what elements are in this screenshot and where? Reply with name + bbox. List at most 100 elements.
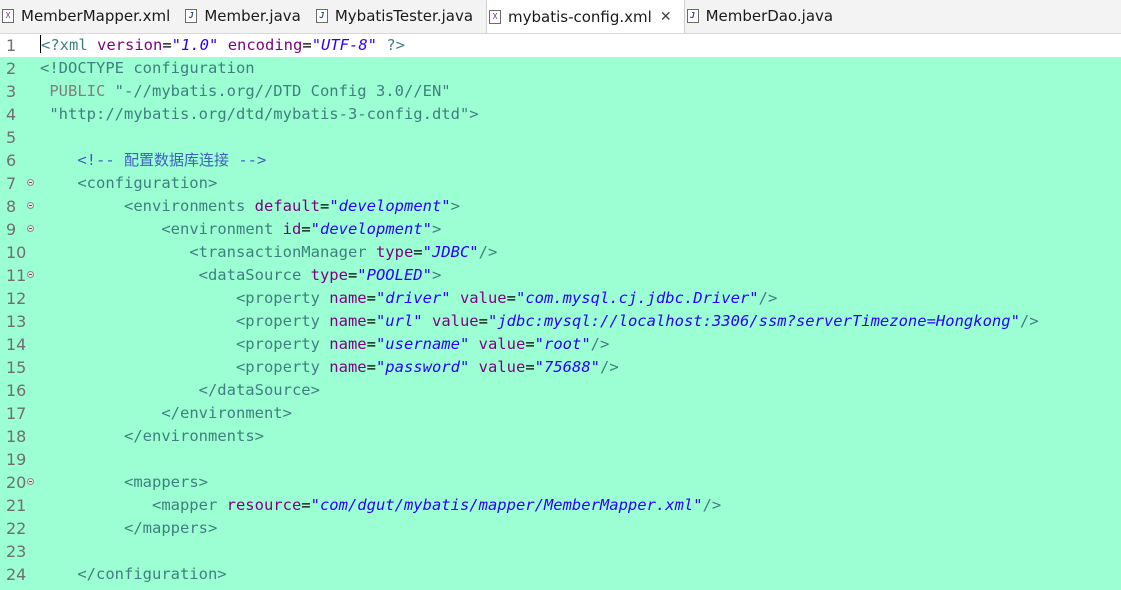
code-token: "POOLED": [357, 266, 432, 284]
code-token: />: [758, 289, 778, 307]
fold-collapse-icon[interactable]: [27, 225, 34, 232]
code-token: encoding: [227, 36, 303, 54]
code-token: >: [432, 220, 442, 238]
code-token: type: [310, 266, 348, 284]
code-line[interactable]: 21 <mapper resource="com/dgut/mybatis/ma…: [0, 494, 1121, 517]
code-token: <?xml: [41, 36, 97, 54]
editor-tab-membermapper-xml[interactable]: X MemberMapper.xml: [0, 0, 183, 33]
code-token: =: [302, 36, 312, 54]
code-token: PUBLIC: [49, 82, 115, 100]
fold-collapse-icon[interactable]: [27, 179, 34, 186]
editor-tab-mybatistester-java[interactable]: J MybatisTester.java: [314, 0, 486, 33]
code-line[interactable]: 3 PUBLIC "-//mybatis.org//DTD Config 3.0…: [0, 80, 1121, 103]
code-token: =: [366, 312, 376, 330]
code-line[interactable]: 14 <property name="username" value="root…: [0, 333, 1121, 356]
code-token: =: [366, 289, 376, 307]
code-token: name: [329, 358, 367, 376]
code-token: =: [525, 358, 535, 376]
code-line[interactable]: 10 <transactionManager type="JDBC"/>: [0, 241, 1121, 264]
line-number: 1: [6, 36, 17, 55]
code-line[interactable]: 13 <property name="url" value="jdbc:mysq…: [0, 310, 1121, 333]
code-token: =: [366, 358, 376, 376]
code-token: ?>: [377, 36, 406, 54]
code-line[interactable]: 12 <property name="driver" value="com.my…: [0, 287, 1121, 310]
code-line[interactable]: 1 <?xml version="1.0" encoding="UTF-8" ?>: [0, 34, 1121, 57]
fold-collapse-icon[interactable]: [27, 271, 34, 278]
line-number: 19: [6, 450, 27, 469]
code-text: <environment id="development">: [40, 218, 441, 241]
code-line[interactable]: 20 <mappers>: [0, 471, 1121, 494]
code-token: "-//mybatis.org//DTD Config 3.0//EN": [114, 82, 451, 100]
fold-collapse-icon[interactable]: [27, 202, 34, 209]
code-token: "1.0": [171, 36, 219, 54]
line-number: 9: [6, 220, 17, 239]
editor-tab-memberdao-java[interactable]: J MemberDao.java: [685, 0, 847, 33]
code-token: <configuration>: [77, 174, 218, 192]
code-token: configuration: [133, 59, 255, 77]
tab-label: MemberDao.java: [705, 7, 834, 25]
xml-source-editor[interactable]: 1 <?xml version="1.0" encoding="UTF-8" ?>…: [0, 34, 1121, 590]
close-tab-icon[interactable]: ✕: [660, 9, 672, 25]
code-line[interactable]: 8 <environments default="development">: [0, 195, 1121, 218]
code-token: <property: [235, 335, 330, 353]
code-token: <!--: [77, 151, 124, 169]
code-token: "password": [375, 358, 470, 376]
code-line[interactable]: 22 </mappers>: [0, 517, 1121, 540]
line-number: 2: [6, 59, 17, 78]
line-number: 10: [6, 243, 27, 262]
code-token: value: [431, 312, 479, 330]
code-line[interactable]: 17 </environment>: [0, 402, 1121, 425]
code-line[interactable]: 23: [0, 540, 1121, 563]
code-line[interactable]: 11 <dataSource type="POOLED">: [0, 264, 1121, 287]
code-text: </environments>: [40, 425, 264, 448]
line-number: 16: [6, 381, 27, 400]
xml-file-icon: X: [489, 10, 502, 24]
editor-tab-member-java[interactable]: J Member.java: [183, 0, 314, 33]
code-line[interactable]: 7 <configuration>: [0, 172, 1121, 195]
code-token: =: [506, 289, 516, 307]
code-token: "url": [375, 312, 423, 330]
code-token: </environments>: [124, 427, 264, 445]
code-text: <property name="driver" value="com.mysql…: [40, 287, 777, 310]
fold-collapse-icon[interactable]: [27, 478, 34, 485]
code-token: name: [329, 335, 367, 353]
code-line[interactable]: 18 </environments>: [0, 425, 1121, 448]
code-token: =: [525, 335, 535, 353]
code-line[interactable]: 4 "http://mybatis.org/dtd/mybatis-3-conf…: [0, 103, 1121, 126]
code-line[interactable]: 19: [0, 448, 1121, 471]
code-token: id: [282, 220, 302, 238]
code-line[interactable]: 16 </dataSource>: [0, 379, 1121, 402]
code-text: <configuration>: [40, 172, 217, 195]
code-line[interactable]: 5: [0, 126, 1121, 149]
code-token: value: [478, 335, 526, 353]
code-line[interactable]: 24 </configuration>: [0, 563, 1121, 586]
tab-label: Member.java: [204, 7, 301, 25]
line-number: 14: [6, 335, 27, 354]
code-line[interactable]: 6 <!-- 配置数据库连接 -->: [0, 149, 1121, 172]
code-text: </environment>: [40, 402, 292, 425]
code-text: </configuration>: [40, 563, 226, 586]
code-token: =: [413, 243, 423, 261]
code-text: </mappers>: [40, 517, 217, 540]
code-token: >: [469, 105, 479, 123]
code-line[interactable]: 2 <!DOCTYPE configuration: [0, 57, 1121, 80]
tab-label: MemberMapper.xml: [21, 7, 171, 25]
line-number: 12: [6, 289, 27, 308]
code-token: =: [478, 312, 488, 330]
code-token: <mapper: [151, 496, 227, 514]
code-line[interactable]: 9 <environment id="development">: [0, 218, 1121, 241]
code-text: <property name="password" value="75688"/…: [40, 356, 619, 379]
code-text: <!-- 配置数据库连接 -->: [40, 149, 266, 172]
code-token: />: [590, 335, 610, 353]
code-line[interactable]: 15 <property name="password" value="7568…: [0, 356, 1121, 379]
editor-tab-mybatis-config-xml[interactable]: Xmybatis-config.xml ✕: [486, 0, 685, 33]
code-token: >: [450, 197, 460, 215]
